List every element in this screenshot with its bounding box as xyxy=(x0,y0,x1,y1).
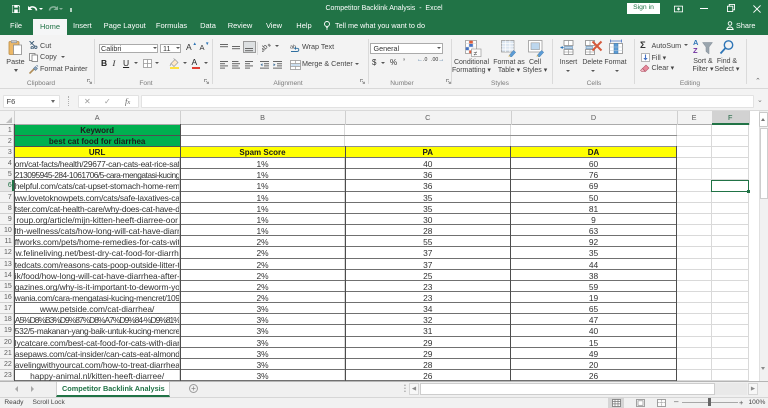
svg-text:≠: ≠ xyxy=(473,50,477,57)
